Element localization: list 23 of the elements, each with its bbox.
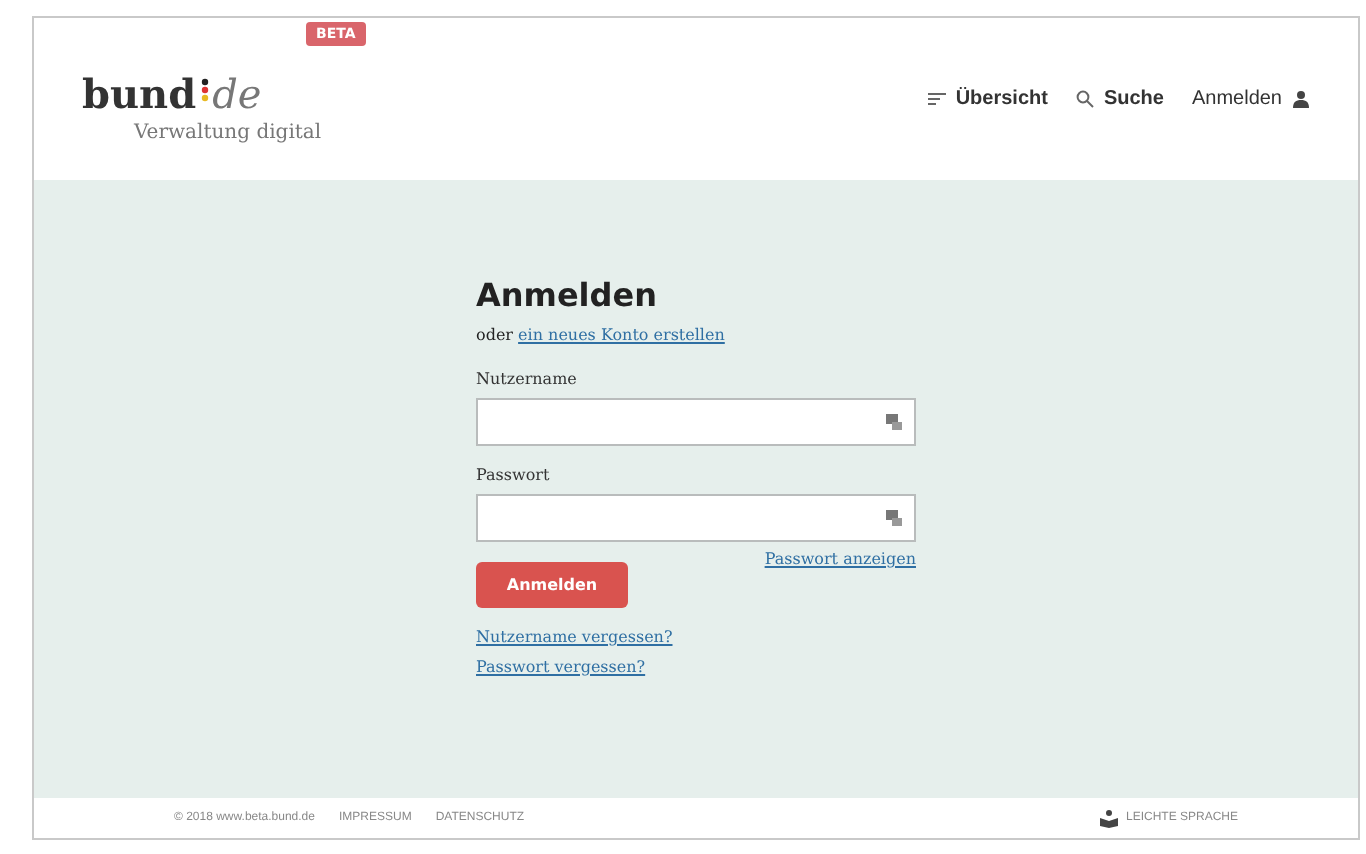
book-icon	[1099, 809, 1118, 827]
login-title: Anmelden	[476, 276, 659, 314]
input-field[interactable]	[476, 494, 916, 542]
forgot-link[interactable]: Nutzername vergessen?	[476, 628, 916, 646]
field-label: Passwort	[476, 466, 552, 484]
logo-tagline: Verwaltung digital	[134, 122, 322, 144]
input-field[interactable]	[476, 398, 916, 446]
show-password-link[interactable]: Passwort anzeigen	[764, 550, 916, 568]
logo-wordmark: bund	[82, 70, 197, 118]
logo-suffix: de	[212, 70, 262, 118]
menu-icon	[927, 92, 946, 106]
password-manager-icon	[886, 414, 902, 430]
register-link[interactable]: ein neues Konto erstellen	[518, 326, 725, 344]
login-button[interactable]: Anmelden	[476, 562, 628, 608]
nav-link[interactable]: Suche	[1075, 88, 1164, 110]
nav-link[interactable]: Anmelden	[1191, 88, 1310, 110]
nav-link[interactable]: Übersicht	[927, 88, 1048, 110]
search-icon	[1075, 90, 1094, 108]
forgot-link[interactable]: Passwort vergessen?	[476, 658, 916, 676]
password-manager-icon	[886, 510, 902, 526]
intro-text: oder ein neues Konto erstellen	[476, 326, 727, 344]
user-icon	[1292, 90, 1310, 108]
field-label: Nutzername	[476, 370, 579, 388]
